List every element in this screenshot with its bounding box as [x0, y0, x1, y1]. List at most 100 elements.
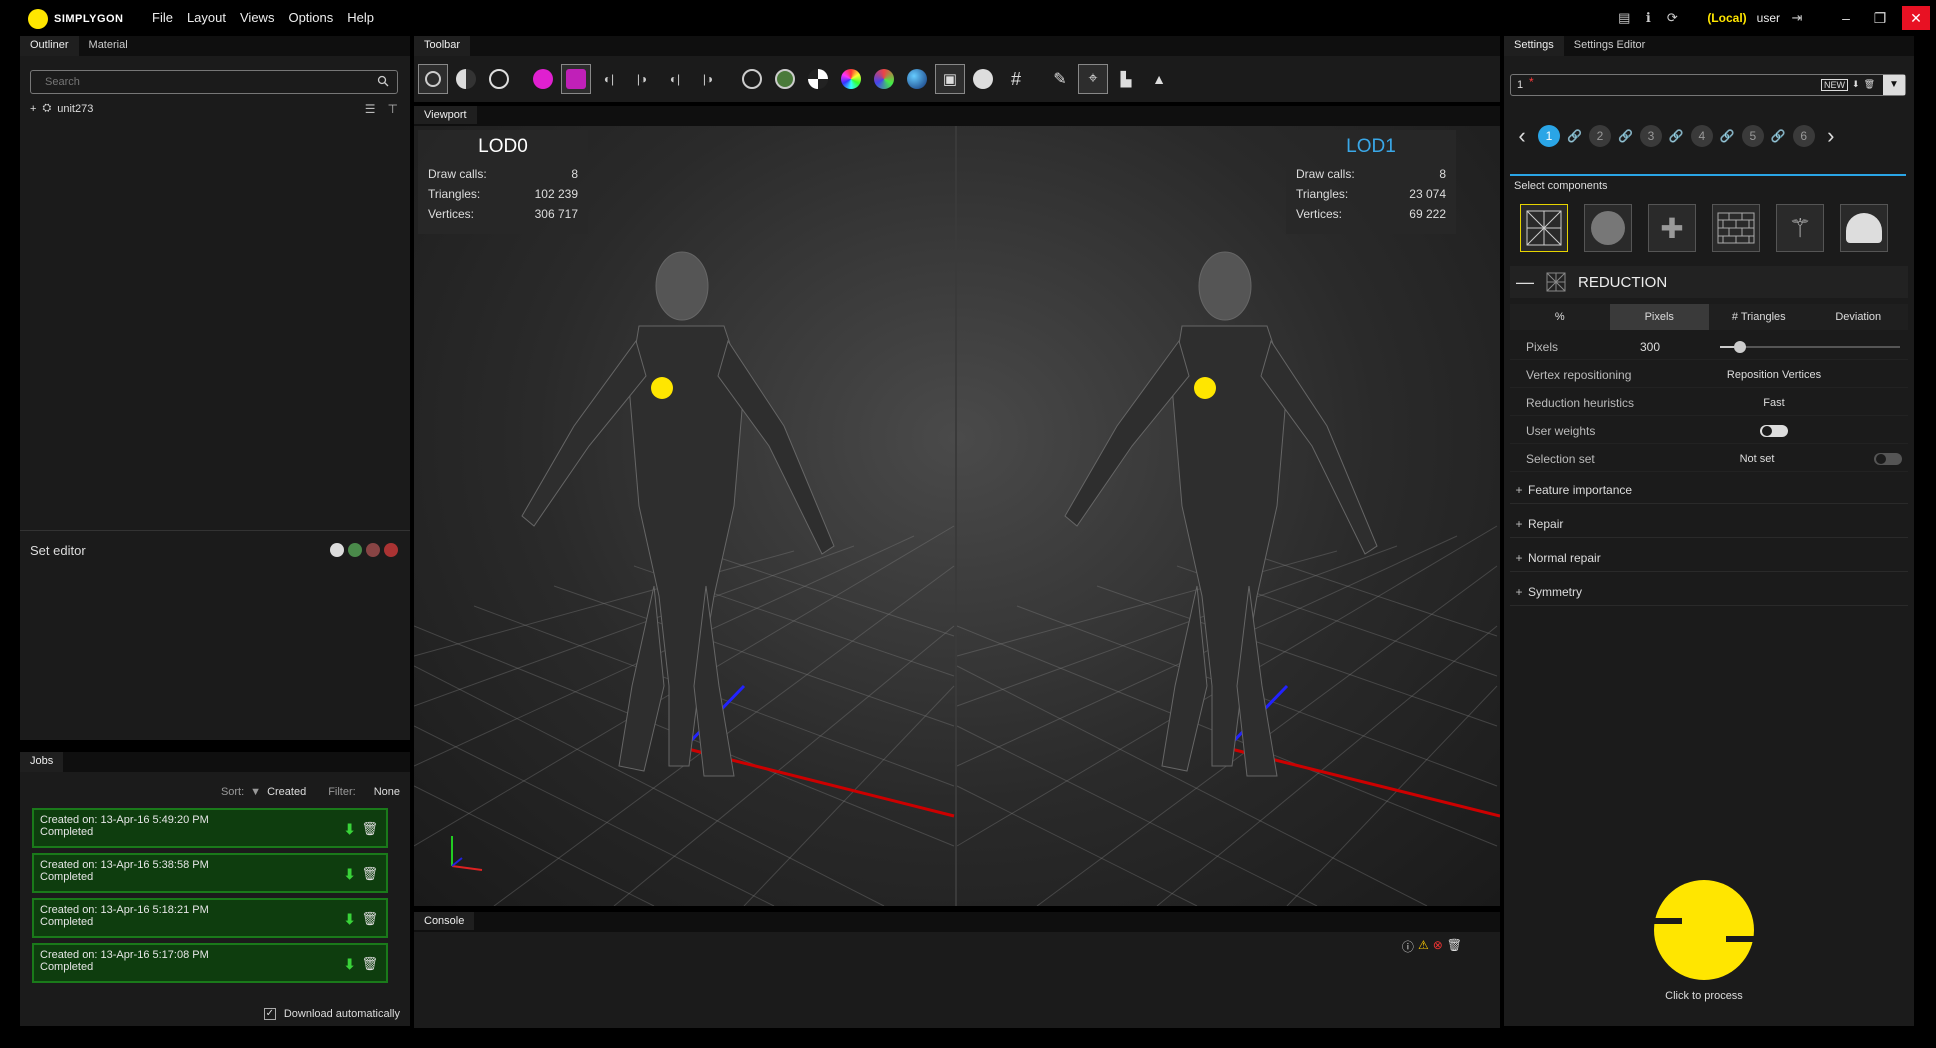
trash-icon[interactable]: 🗑	[361, 911, 378, 928]
filter-value[interactable]: None	[374, 786, 400, 798]
list-view-icon[interactable]: ☰	[365, 102, 376, 116]
download-icon[interactable]: ⬇	[344, 821, 356, 838]
process-button[interactable]	[1652, 878, 1756, 982]
expand-icon[interactable]: +	[1510, 551, 1528, 565]
tree-view-icon[interactable]: ⊤	[388, 102, 398, 116]
material-baking-component-icon[interactable]: ✚	[1648, 204, 1696, 252]
material-mask-icon[interactable]	[561, 64, 591, 94]
mode-percent[interactable]: %	[1510, 304, 1610, 330]
mode-triangles[interactable]: # Triangles	[1709, 304, 1809, 330]
pixels-value[interactable]: 300	[1640, 340, 1700, 354]
tab-console[interactable]: Console	[414, 912, 475, 930]
mode-pixels[interactable]: Pixels	[1609, 304, 1709, 330]
tab-jobs[interactable]: Jobs	[20, 752, 64, 772]
blue-sphere-icon[interactable]	[902, 64, 932, 94]
tab-viewport[interactable]: Viewport	[414, 106, 477, 124]
circle-outline-icon[interactable]	[484, 64, 514, 94]
close-button[interactable]: ✕	[1902, 6, 1930, 30]
info-icon[interactable]: ℹ	[1641, 11, 1655, 25]
search-icon[interactable]	[377, 75, 389, 87]
terrain-icon[interactable]: ▲	[1144, 64, 1174, 94]
color-wheel-icon[interactable]	[836, 64, 866, 94]
download-icon[interactable]: ⬇	[344, 911, 356, 928]
download-auto-checkbox[interactable]: ✓	[263, 1008, 276, 1020]
wireframe-globe-icon[interactable]	[737, 64, 767, 94]
menu-help[interactable]: Help	[347, 10, 374, 25]
half-shade-icon[interactable]	[451, 64, 481, 94]
link-icon[interactable]: 🔗	[1771, 129, 1786, 143]
set-add-green-icon[interactable]	[348, 543, 362, 557]
set-add-icon[interactable]	[330, 543, 344, 557]
lod-compare-1-icon[interactable]: ◐|	[594, 64, 624, 94]
expand-icon[interactable]: +	[1510, 517, 1528, 531]
search-input[interactable]	[31, 71, 361, 93]
job-item[interactable]: Created on: 13-Apr-16 5:18:21 PM Complet…	[32, 898, 388, 938]
download-automatically[interactable]: ✓ Download automatically	[263, 1008, 400, 1020]
lod-step[interactable]: 5	[1741, 125, 1764, 147]
heuristics-value[interactable]: Fast	[1640, 397, 1908, 409]
link-icon[interactable]: 🔗	[1720, 129, 1735, 143]
delete-preset-icon[interactable]: 🗑	[1864, 79, 1875, 91]
download-icon[interactable]: ⬇	[344, 866, 356, 883]
lod-step[interactable]: 1	[1538, 125, 1560, 147]
job-item[interactable]: Created on: 13-Apr-16 5:38:58 PM Complet…	[32, 853, 388, 893]
green-globe-icon[interactable]	[770, 64, 800, 94]
lod-compare-2-icon[interactable]: |◑	[627, 64, 657, 94]
lod-compare-3-icon[interactable]: ◐|	[660, 64, 690, 94]
minimize-button[interactable]: –	[1834, 6, 1858, 30]
brush-icon[interactable]: ✎	[1045, 64, 1075, 94]
trash-icon[interactable]: 🗑	[361, 821, 378, 838]
viewport[interactable]: LOD0 Draw calls: 8 Triangles: 102 239 Vert…	[414, 126, 1500, 906]
warning-filter-icon[interactable]: ⚠	[1418, 938, 1429, 955]
visibility-component-icon[interactable]	[1840, 204, 1888, 252]
expand-icon[interactable]: +	[1510, 585, 1528, 599]
mode-deviation[interactable]: Deviation	[1808, 304, 1908, 330]
logout-icon[interactable]: ⇥	[1790, 11, 1804, 25]
split-view-icon[interactable]	[418, 64, 448, 94]
measure-icon[interactable]: ⌖	[1078, 64, 1108, 94]
preset-selector[interactable]: 1 * NEW ⬇ 🗑 ▼	[1510, 74, 1906, 96]
normal-repair-section[interactable]: + Normal repair	[1510, 544, 1908, 572]
selection-set-value[interactable]: Not set	[1640, 453, 1874, 465]
set-remove-icon[interactable]	[366, 543, 380, 557]
bone-reduction-component-icon[interactable]: ⚚	[1776, 204, 1824, 252]
pixels-slider[interactable]	[1720, 341, 1900, 353]
menu-options[interactable]: Options	[288, 10, 333, 25]
lod-step[interactable]: 6	[1792, 125, 1815, 147]
job-item[interactable]: Created on: 13-Apr-16 5:49:20 PM Complet…	[32, 808, 388, 848]
expand-icon[interactable]: +	[1510, 483, 1528, 497]
repair-section[interactable]: + Repair	[1510, 510, 1908, 538]
error-filter-icon[interactable]: ⊗	[1433, 938, 1443, 955]
tab-settings-editor[interactable]: Settings Editor	[1564, 36, 1656, 56]
link-icon[interactable]: 🔗	[1567, 129, 1582, 143]
refresh-icon[interactable]: ⟳	[1665, 11, 1679, 25]
trash-icon[interactable]: 🗑	[361, 956, 378, 973]
symmetry-section[interactable]: + Symmetry	[1510, 578, 1908, 606]
eye-sphere-icon[interactable]	[968, 64, 998, 94]
download-icon[interactable]: ⬇	[344, 956, 356, 973]
menu-layout[interactable]: Layout	[187, 10, 226, 25]
link-icon[interactable]: 🔗	[1618, 129, 1633, 143]
trash-icon[interactable]: 🗑	[361, 866, 378, 883]
reduction-section-header[interactable]: — REDUCTION	[1510, 266, 1908, 298]
material-color-icon[interactable]	[528, 64, 558, 94]
slider-knob[interactable]	[1734, 341, 1747, 353]
next-lod-icon[interactable]: ›	[1819, 123, 1843, 149]
tree-item[interactable]: + ⛭ unit273	[30, 102, 93, 115]
collapse-icon[interactable]: —	[1516, 272, 1534, 293]
menu-views[interactable]: Views	[240, 10, 274, 25]
remeshing-component-icon[interactable]	[1584, 204, 1632, 252]
info-filter-icon[interactable]: ⓘ	[1402, 938, 1414, 955]
tab-settings[interactable]: Settings	[1504, 36, 1564, 56]
reduction-component-icon[interactable]	[1520, 204, 1568, 252]
tab-material[interactable]: Material	[79, 36, 138, 56]
lod-step[interactable]: 3	[1639, 125, 1662, 147]
sort-dropdown-icon[interactable]: ▼	[250, 786, 261, 798]
new-preset-badge[interactable]: NEW	[1821, 79, 1849, 91]
camera-icon[interactable]: ▣	[935, 64, 965, 94]
user-weights-toggle[interactable]	[1760, 424, 1788, 437]
lod-step[interactable]: 2	[1588, 125, 1611, 147]
viewport-divider[interactable]	[955, 126, 957, 906]
selection-set-toggle[interactable]	[1874, 452, 1902, 465]
save-preset-icon[interactable]: ⬇	[1852, 79, 1860, 91]
